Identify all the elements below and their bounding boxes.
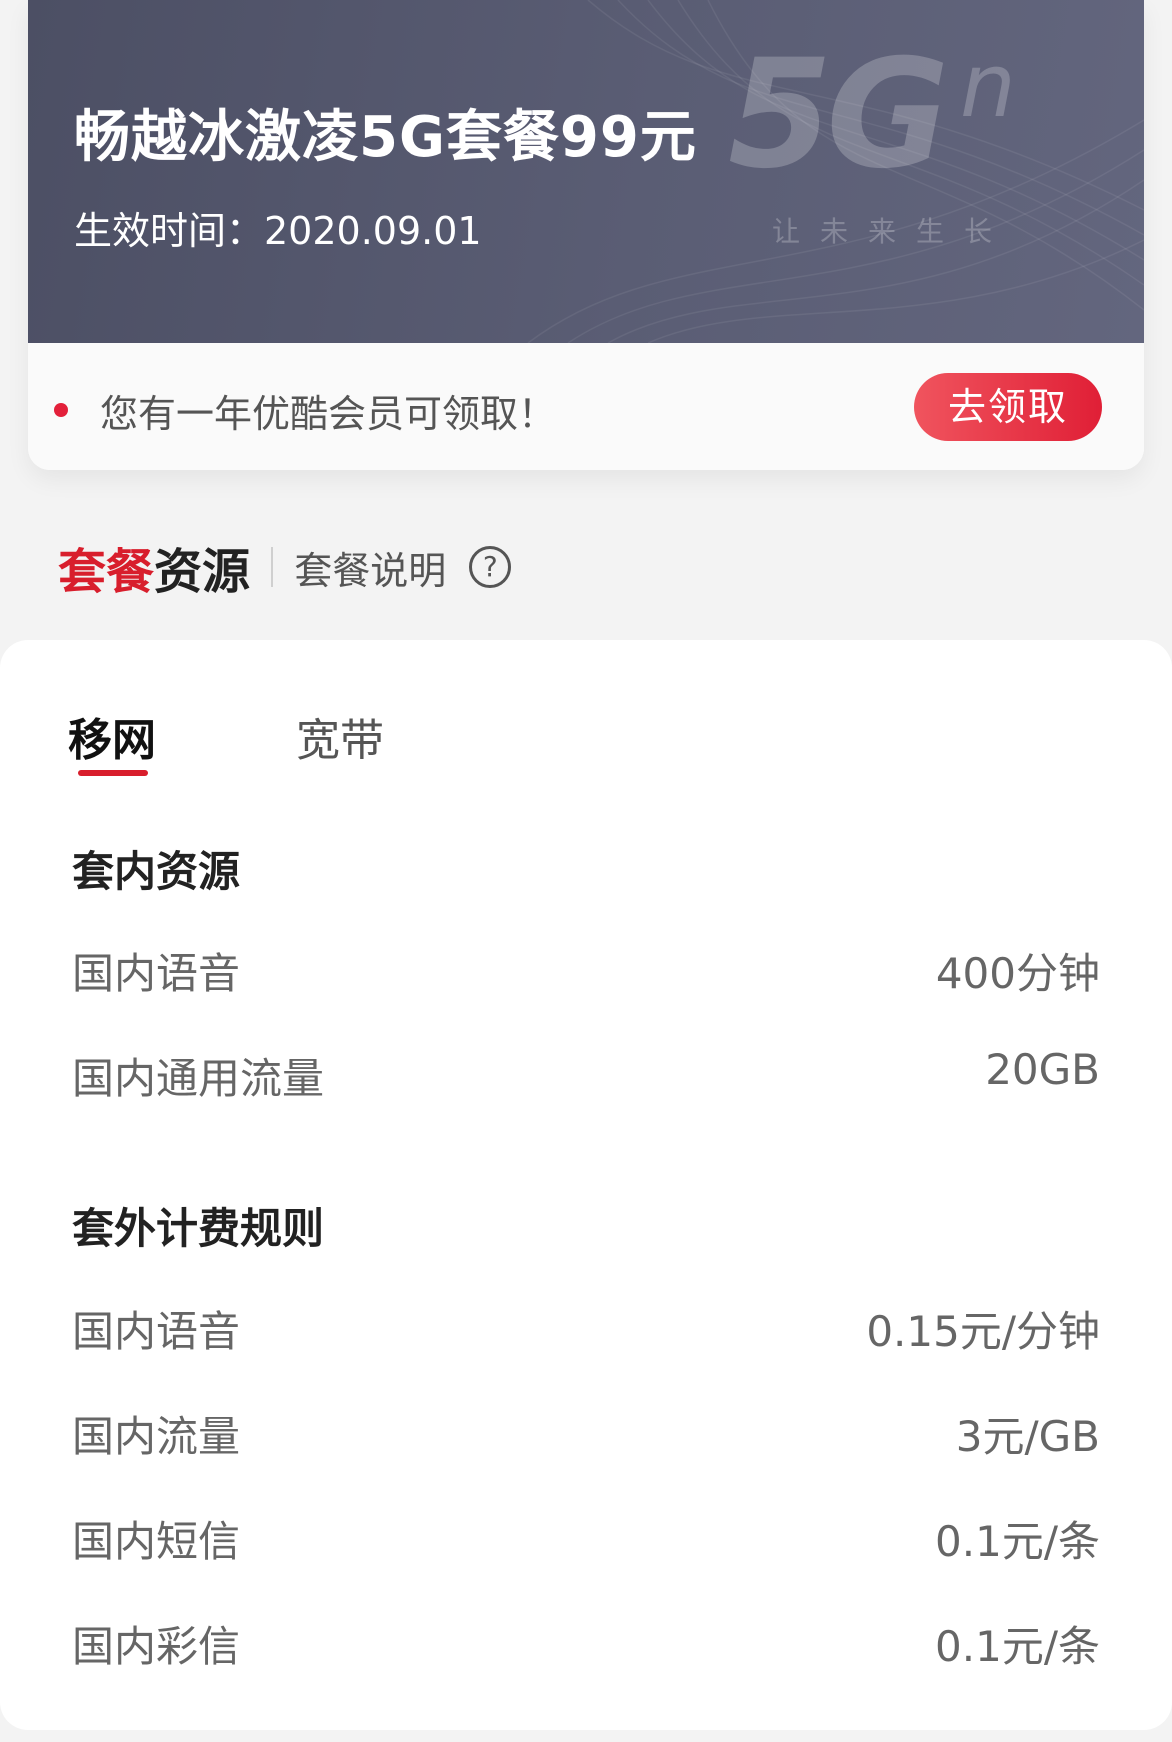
- section-title-dark: 资源: [154, 544, 251, 600]
- row-label: 国内彩信: [72, 1622, 241, 1671]
- 5g-logo-text: 5G: [728, 28, 949, 202]
- row-value: 0.1元/条: [935, 1622, 1100, 1671]
- tab-mobile[interactable]: 移网: [68, 704, 156, 768]
- tab-broadband[interactable]: 宽带: [296, 704, 384, 768]
- overage-row: 国内彩信 0.1元/条: [72, 1613, 1100, 1673]
- row-label: 国内通用流量: [72, 1054, 325, 1103]
- active-tab-indicator: [78, 770, 148, 776]
- plan-banner: 畅越冰激凌5G套餐99元 生效时间：2020.09.01 5G n 让未来生长: [28, 0, 1144, 343]
- included-row: 国内语音 400分钟: [72, 940, 1100, 1000]
- section-header: 套餐资源 套餐说明 ?: [58, 532, 512, 600]
- claim-button[interactable]: 去领取: [914, 373, 1102, 441]
- row-label: 国内语音: [72, 1307, 241, 1356]
- row-value: 0.1元/条: [935, 1517, 1100, 1566]
- row-value: 20GB: [985, 1045, 1100, 1094]
- row-label: 国内语音: [72, 949, 241, 998]
- row-label: 国内流量: [72, 1412, 241, 1461]
- 5g-logo: 5G n 让未来生长: [728, 40, 1058, 270]
- plan-title: 畅越冰激凌5G套餐99元: [74, 105, 697, 170]
- resource-card: 移网 宽带 套内资源 国内语音 400分钟 国内通用流量 20GB 套外计费规则…: [0, 640, 1172, 1730]
- notice-text: 您有一年优酷会员可领取！: [100, 392, 557, 436]
- 5g-logo-superscript: n: [960, 34, 1016, 137]
- overage-row: 国内短信 0.1元/条: [72, 1508, 1100, 1568]
- row-label: 国内短信: [72, 1517, 241, 1566]
- row-value: 3元/GB: [955, 1412, 1100, 1461]
- row-value: 400分钟: [935, 949, 1100, 998]
- notice-dot-icon: [54, 403, 68, 417]
- included-resources-title: 套内资源: [72, 847, 241, 896]
- plan-effective-date: 生效时间：2020.09.01: [74, 209, 482, 253]
- 5g-logo-slogan: 让未来生长: [772, 215, 1013, 248]
- section-title-red: 套餐: [58, 544, 155, 600]
- overage-row: 国内语音 0.15元/分钟: [72, 1298, 1100, 1358]
- help-icon[interactable]: ?: [469, 546, 512, 588]
- row-value: 0.15元/分钟: [866, 1307, 1100, 1356]
- included-row: 国内通用流量 20GB: [72, 1045, 1100, 1105]
- overage-rules-title: 套外计费规则: [72, 1204, 325, 1253]
- section-divider: [271, 547, 274, 587]
- plan-detail-page: 畅越冰激凌5G套餐99元 生效时间：2020.09.01 5G n 让未来生长 …: [0, 0, 1172, 1742]
- plan-description-link[interactable]: 套餐说明: [294, 540, 446, 595]
- plan-card: 畅越冰激凌5G套餐99元 生效时间：2020.09.01 5G n 让未来生长 …: [28, 0, 1144, 470]
- membership-notice: 您有一年优酷会员可领取！ 去领取: [28, 343, 1144, 470]
- section-title: 套餐资源: [58, 532, 250, 602]
- overage-row: 国内流量 3元/GB: [72, 1403, 1100, 1463]
